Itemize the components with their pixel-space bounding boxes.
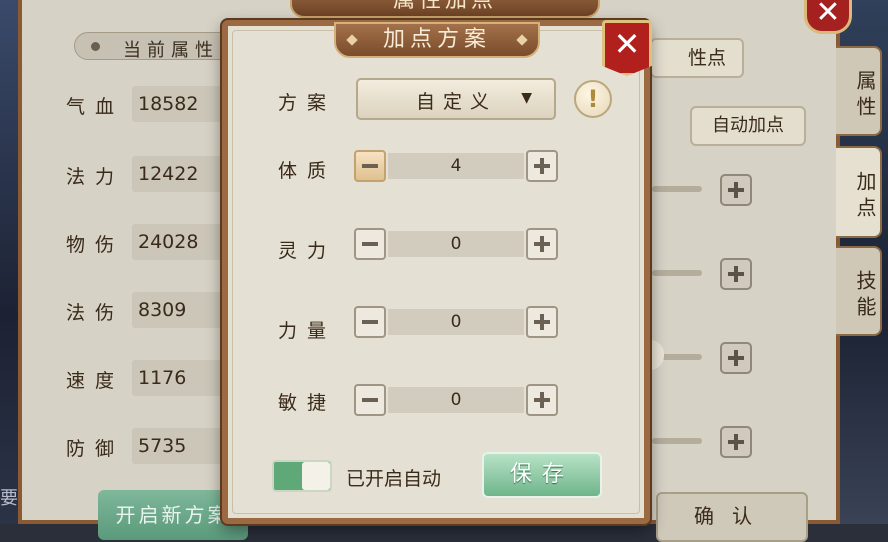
points-plan-dialog: 加点方案 ✕ 方案 自定义 ▼ ! 体质 4 灵力 0 力量 0 敏捷 0 已开… — [222, 20, 652, 524]
close-icon: ✕ — [613, 25, 641, 63]
auto-add-points-button[interactable]: 自动加点 — [690, 106, 806, 146]
slider-track[interactable] — [652, 438, 702, 444]
attr-label-constitution: 体质 — [278, 160, 337, 182]
attr-points-button[interactable]: 性点 — [650, 38, 744, 78]
slider-track[interactable] — [652, 270, 702, 276]
stat-label-hp: 气血 — [66, 96, 125, 118]
attr-label-strength: 力量 — [278, 320, 337, 342]
minus-icon[interactable] — [354, 306, 386, 338]
current-attrs-label: 当前属性 — [123, 40, 219, 61]
save-button[interactable]: 保存 — [482, 452, 602, 498]
dropdown-arrow-icon: ▼ — [521, 90, 532, 106]
auto-toggle[interactable] — [272, 460, 332, 492]
stat-label-mp: 法力 — [66, 166, 125, 188]
tab-attributes[interactable]: 属性 — [836, 46, 882, 136]
tab-skills[interactable]: 技能 — [836, 246, 882, 336]
left-partial-text: 要 — [0, 488, 18, 509]
plus-icon[interactable] — [720, 258, 752, 290]
agility-value: 0 — [450, 390, 462, 410]
attr-label-agility: 敏捷 — [278, 392, 337, 414]
stat-label-magic-dmg: 法伤 — [66, 302, 125, 324]
minus-icon[interactable] — [354, 228, 386, 260]
strength-stepper: 0 — [354, 306, 558, 340]
dialog-title: 加点方案 — [334, 22, 540, 58]
spirit-stepper: 0 — [354, 228, 558, 262]
plus-icon[interactable] — [526, 384, 558, 416]
plan-select-value: 自定义 — [416, 91, 498, 113]
plan-label: 方案 — [278, 92, 337, 114]
constitution-value: 4 — [450, 156, 462, 176]
tab-dot-icon — [91, 42, 100, 51]
spirit-value: 0 — [450, 234, 462, 254]
attr-label-spirit: 灵力 — [278, 240, 337, 262]
close-button[interactable]: ✕ — [602, 20, 652, 76]
panel-title: 属性加点 — [290, 0, 600, 18]
stat-label-speed: 速度 — [66, 370, 125, 392]
constitution-stepper: 4 — [354, 150, 558, 184]
agility-stepper: 0 — [354, 384, 558, 418]
plus-icon[interactable] — [720, 342, 752, 374]
plus-icon[interactable] — [720, 174, 752, 206]
minus-icon[interactable] — [354, 384, 386, 416]
confirm-button[interactable]: 确认 — [656, 492, 808, 542]
toggle-knob — [302, 462, 330, 490]
plus-icon[interactable] — [526, 228, 558, 260]
strength-value: 0 — [450, 312, 462, 332]
panel-close-button[interactable]: ✕ — [804, 0, 852, 34]
dialog-title-text: 加点方案 — [382, 27, 491, 52]
stat-label-defense: 防御 — [66, 438, 125, 460]
stat-label-phys-dmg: 物伤 — [66, 234, 125, 256]
plus-icon[interactable] — [526, 150, 558, 182]
title-ornament-icon — [346, 34, 358, 46]
slider-track[interactable] — [652, 186, 702, 192]
minus-icon[interactable] — [354, 150, 386, 182]
info-icon[interactable]: ! — [574, 80, 612, 118]
tab-add-points[interactable]: 加点 — [836, 146, 882, 238]
title-ornament-icon — [516, 34, 528, 46]
plan-select[interactable]: 自定义 ▼ — [356, 78, 556, 120]
plus-icon[interactable] — [720, 426, 752, 458]
plus-icon[interactable] — [526, 306, 558, 338]
auto-toggle-label: 已开启自动 — [346, 468, 442, 490]
